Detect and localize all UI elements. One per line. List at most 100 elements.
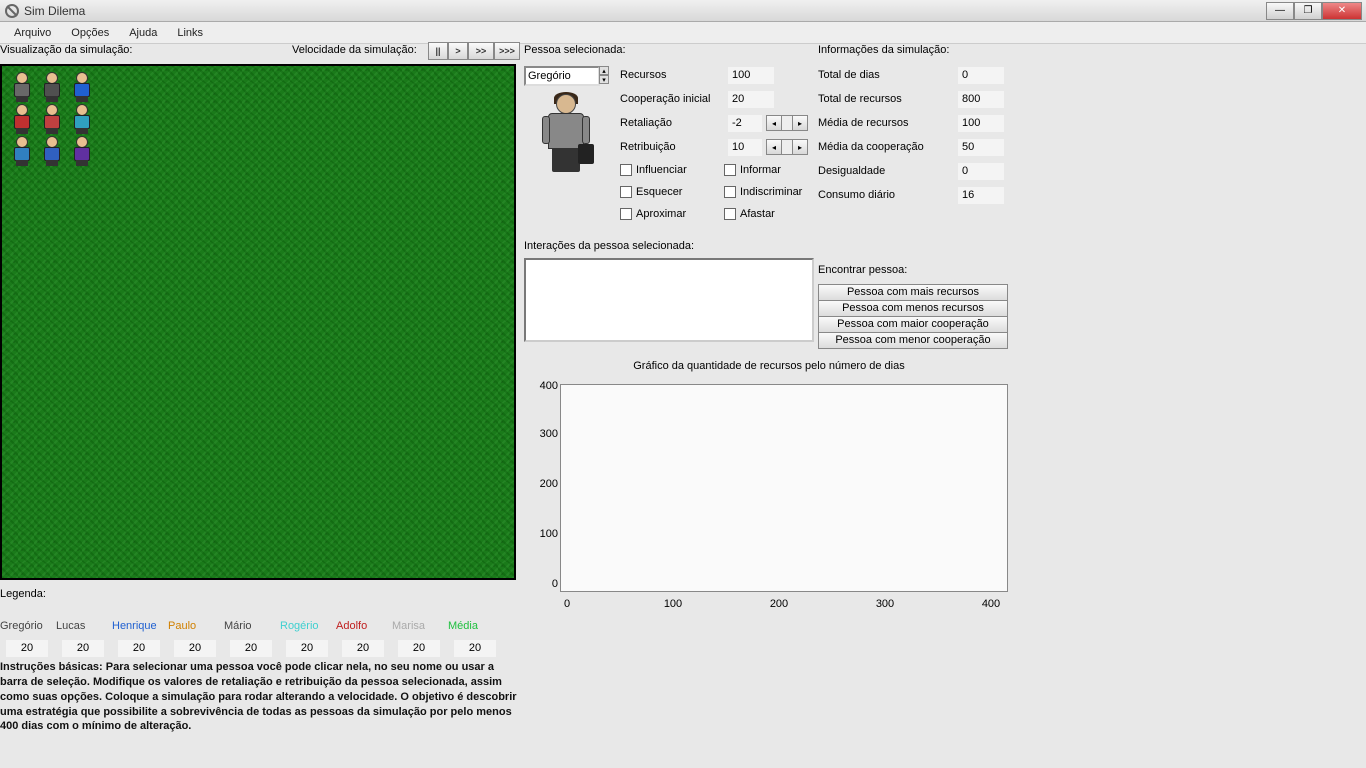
- label-informar: Informar: [740, 164, 781, 176]
- legend-col-rogério: Rogério20: [280, 620, 336, 657]
- label-total-recursos: Total de recursos: [818, 93, 958, 105]
- chart-title: Gráfico da quantidade de recursos pelo n…: [524, 360, 1014, 372]
- legend-value: 20: [454, 640, 496, 657]
- menu-links[interactable]: Links: [167, 24, 213, 42]
- legend-name[interactable]: Henrique: [112, 620, 168, 634]
- legend-value: 20: [118, 640, 160, 657]
- speed-pause-button[interactable]: ||: [428, 42, 448, 60]
- legend-value: 20: [174, 640, 216, 657]
- label-afastar: Afastar: [740, 208, 775, 220]
- legend-value: 20: [342, 640, 384, 657]
- retribuicao-track[interactable]: [782, 139, 792, 155]
- legend-name[interactable]: Rogério: [280, 620, 336, 634]
- person-select[interactable]: [524, 66, 600, 86]
- find-menos-recursos-button[interactable]: Pessoa com menos recursos: [818, 300, 1008, 317]
- sprite-henrique[interactable]: [70, 72, 94, 102]
- sprite-mario[interactable]: [40, 104, 64, 134]
- maximize-button[interactable]: ❐: [1294, 2, 1322, 20]
- sprite-extra[interactable]: [70, 136, 94, 166]
- value-total-recursos: 800: [958, 91, 1004, 108]
- find-maior-coop-button[interactable]: Pessoa com maior cooperação: [818, 316, 1008, 333]
- checkbox-influenciar[interactable]: [620, 164, 632, 176]
- legend-row: Gregório 20 Lucas 20 Henrique 20 Paulo 20 Mário 2…: [0, 620, 518, 657]
- label-aproximar: Aproximar: [636, 208, 686, 220]
- label-pessoa-selecionada: Pessoa selecionada:: [524, 44, 626, 56]
- label-retribuicao: Retribuição: [620, 141, 728, 153]
- y-tick-100: 100: [528, 528, 558, 540]
- legend-name[interactable]: Média: [448, 620, 504, 634]
- person-spin-down[interactable]: ▾: [599, 75, 609, 84]
- minimize-button[interactable]: —: [1266, 2, 1294, 20]
- label-coop-inicial: Cooperação inicial: [620, 93, 728, 105]
- label-retaliacao: Retaliação: [620, 117, 728, 129]
- legend-col-paulo: Paulo 20: [168, 620, 224, 657]
- menu-arquivo[interactable]: Arquivo: [4, 24, 61, 42]
- menu-ajuda[interactable]: Ajuda: [119, 24, 167, 42]
- legend-col-lucas: Lucas 20: [56, 620, 112, 657]
- legend-value: 20: [6, 640, 48, 657]
- sprite-adolfo[interactable]: [10, 136, 34, 166]
- person-spin-up[interactable]: ▴: [599, 66, 609, 75]
- interactions-listbox[interactable]: [524, 258, 814, 342]
- x-tick-100: 100: [658, 598, 688, 610]
- simulation-viewport[interactable]: [0, 64, 516, 580]
- sprite-gregorio[interactable]: [10, 72, 34, 102]
- instructions-text: Instruções básicas: Para selecionar uma …: [0, 660, 518, 734]
- label-legenda: Legenda:: [0, 588, 518, 600]
- close-button[interactable]: ✕: [1322, 2, 1362, 20]
- legend-name[interactable]: Adolfo: [336, 620, 392, 634]
- speed-fff-button[interactable]: >>>: [494, 42, 520, 60]
- legend-col-marisa: Marisa20: [392, 620, 448, 657]
- retaliacao-track[interactable]: [782, 115, 792, 131]
- checkbox-indiscriminar[interactable]: [724, 186, 736, 198]
- label-info-sim: Informações da simulação:: [818, 44, 949, 56]
- legend-name[interactable]: Mário: [224, 620, 280, 634]
- value-retaliacao: -2: [728, 115, 762, 132]
- legend-value: 20: [230, 640, 272, 657]
- label-esquecer: Esquecer: [636, 186, 682, 198]
- legend-col-média: Média 20: [448, 620, 504, 657]
- legend-name[interactable]: Lucas: [56, 620, 112, 634]
- retribuicao-left-button[interactable]: ◂: [766, 139, 782, 155]
- legend-name[interactable]: Gregório: [0, 620, 56, 634]
- checkbox-afastar[interactable]: [724, 208, 736, 220]
- label-velocidade: Velocidade da simulação:: [292, 44, 417, 56]
- checkbox-aproximar[interactable]: [620, 208, 632, 220]
- character-preview: [538, 94, 594, 174]
- label-media-recursos: Média de recursos: [818, 117, 958, 129]
- legend-name[interactable]: Paulo: [168, 620, 224, 634]
- value-retribuicao: 10: [728, 139, 762, 156]
- retaliacao-left-button[interactable]: ◂: [766, 115, 782, 131]
- speed-ff-button[interactable]: >>: [468, 42, 494, 60]
- legend-name[interactable]: Marisa: [392, 620, 448, 634]
- find-mais-recursos-button[interactable]: Pessoa com mais recursos: [818, 284, 1008, 301]
- chart-plot: [560, 384, 1008, 592]
- legend-col-henrique: Henrique 20: [112, 620, 168, 657]
- legend-col-adolfo: Adolfo 20: [336, 620, 392, 657]
- retribuicao-right-button[interactable]: ▸: [792, 139, 808, 155]
- sprite-paulo[interactable]: [10, 104, 34, 134]
- value-media-coop: 50: [958, 139, 1004, 156]
- legend-col-gregório: Gregório 20: [0, 620, 56, 657]
- menu-opcoes[interactable]: Opções: [61, 24, 119, 42]
- menubar: Arquivo Opções Ajuda Links: [0, 22, 1366, 44]
- sprite-marisa[interactable]: [40, 136, 64, 166]
- checkbox-informar[interactable]: [724, 164, 736, 176]
- label-recursos: Recursos: [620, 69, 728, 81]
- checkbox-esquecer[interactable]: [620, 186, 632, 198]
- retaliacao-right-button[interactable]: ▸: [792, 115, 808, 131]
- sprite-rogerio[interactable]: [70, 104, 94, 134]
- y-tick-400: 400: [528, 380, 558, 392]
- legend-value: 20: [62, 640, 104, 657]
- speed-play-button[interactable]: >: [448, 42, 468, 60]
- value-consumo: 16: [958, 187, 1004, 204]
- find-menor-coop-button[interactable]: Pessoa com menor cooperação: [818, 332, 1008, 349]
- chart-area: Gráfico da quantidade de recursos pelo n…: [524, 360, 1014, 630]
- value-total-dias: 0: [958, 67, 1004, 84]
- sprite-lucas[interactable]: [40, 72, 64, 102]
- x-tick-200: 200: [764, 598, 794, 610]
- value-media-recursos: 100: [958, 115, 1004, 132]
- titlebar: Sim Dilema — ❐ ✕: [0, 0, 1366, 22]
- value-recursos: 100: [728, 67, 774, 84]
- label-visualizacao: Visualização da simulação:: [0, 44, 132, 56]
